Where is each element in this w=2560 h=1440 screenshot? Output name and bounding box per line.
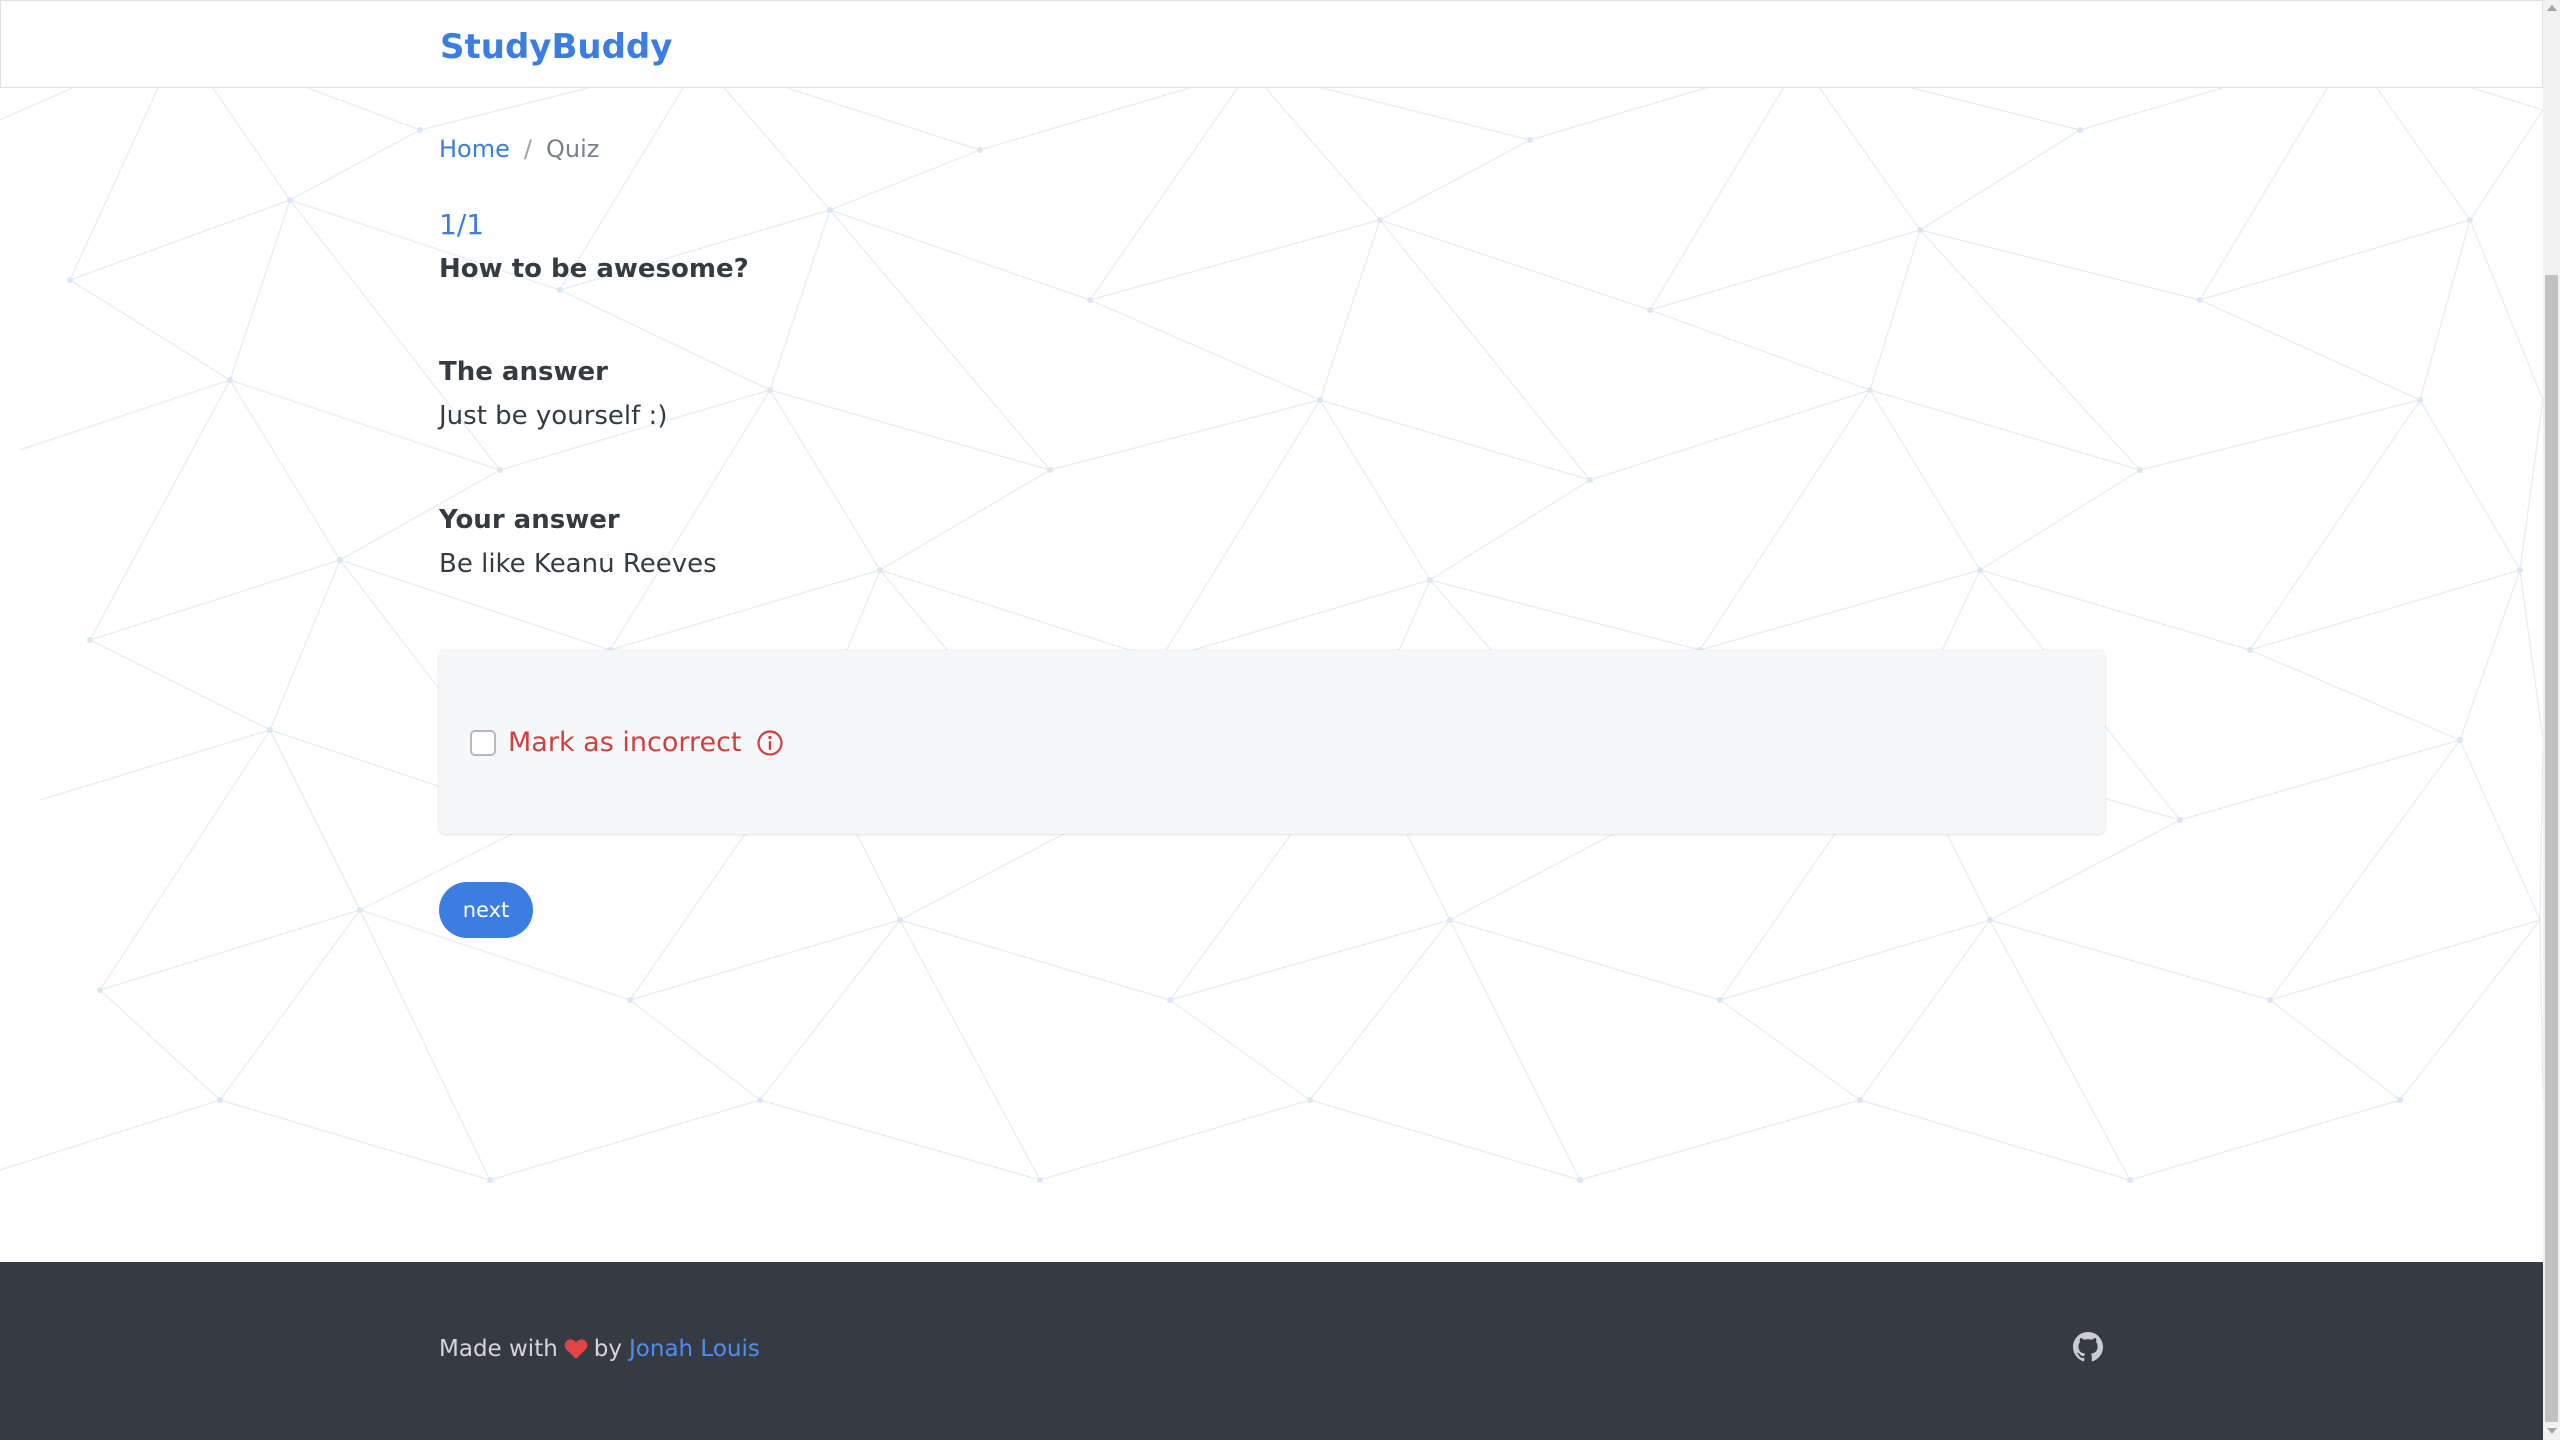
mark-incorrect-checkbox[interactable]: [470, 730, 496, 756]
scroll-thumb[interactable]: [2545, 275, 2558, 1422]
scroll-down-arrow[interactable]: [2547, 1428, 2557, 1434]
footer-made-with: Made with: [439, 1336, 558, 1362]
brand-logo-link[interactable]: StudyBuddy: [440, 23, 672, 71]
footer-credit: Made with by Jonah Louis: [439, 1332, 760, 1366]
your-answer-label: Your answer: [439, 505, 620, 535]
author-link[interactable]: Jonah Louis: [629, 1332, 760, 1366]
quiz-progress: 1/1: [439, 208, 485, 241]
footer-by: by: [593, 1336, 623, 1362]
background-pattern: [0, 37, 2543, 1183]
info-circle-icon[interactable]: [756, 729, 784, 757]
breadcrumb-home-link[interactable]: Home: [439, 132, 510, 166]
answer-label: The answer: [439, 357, 608, 387]
question-title: How to be awesome?: [439, 254, 749, 284]
heart-icon: [564, 1339, 587, 1359]
answer-text: Just be yourself :): [439, 401, 668, 431]
github-icon[interactable]: [2073, 1332, 2103, 1362]
breadcrumb: Home / Quiz: [439, 132, 599, 166]
breadcrumb-current: Quiz: [545, 135, 600, 163]
top-navbar: StudyBuddy: [0, 0, 2543, 88]
page: StudyBuddy Home / Quiz 1/1 How to be awe…: [0, 0, 2543, 1440]
your-answer-text: Be like Keanu Reeves: [439, 549, 717, 579]
next-button[interactable]: next: [439, 882, 533, 938]
mark-incorrect-label[interactable]: Mark as incorrect: [508, 723, 742, 763]
mark-incorrect-row: Mark as incorrect: [470, 723, 784, 763]
page-scrollbar[interactable]: [2543, 0, 2560, 1440]
scroll-up-arrow[interactable]: [2547, 5, 2557, 11]
breadcrumb-separator: /: [523, 135, 532, 163]
footer: [0, 1262, 2543, 1440]
